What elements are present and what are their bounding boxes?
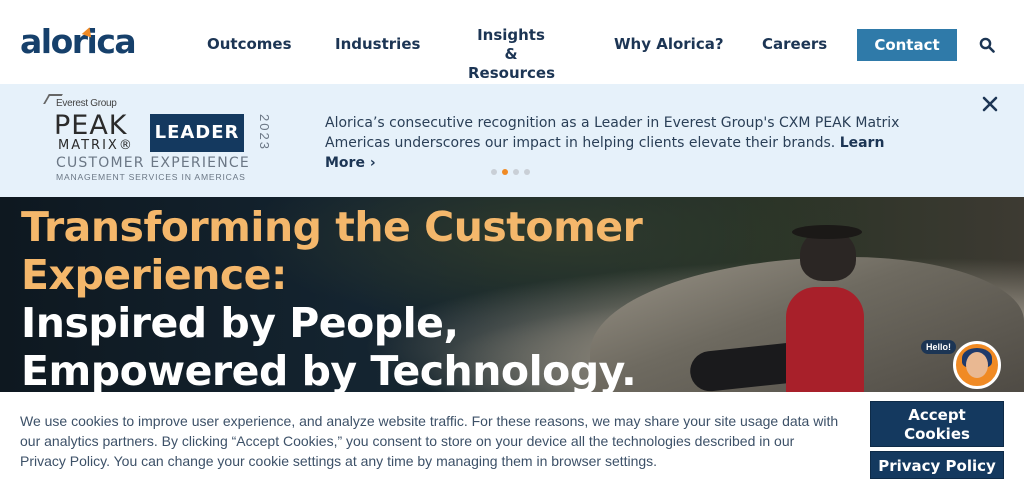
badge-org: Everest Group: [56, 98, 117, 109]
privacy-policy-button[interactable]: Privacy Policy: [870, 451, 1004, 479]
hero-headline-line4: Empowered by Technology.: [21, 347, 637, 395]
hero-section: Transforming the Customer Experience: In…: [0, 197, 1024, 397]
badge-leader: LEADER: [150, 114, 244, 152]
nav-why-alorica[interactable]: Why Alorica?: [614, 35, 724, 54]
chat-greeting-bubble[interactable]: Hello!: [921, 340, 957, 354]
badge-peak: PEAK: [54, 110, 128, 141]
nav-careers[interactable]: Careers: [762, 35, 827, 54]
banner-message-text: Alorica’s consecutive recognition as a L…: [325, 115, 900, 151]
carousel-dot-active[interactable]: [502, 169, 508, 175]
chat-avatar-face: [966, 352, 988, 378]
search-icon[interactable]: [979, 37, 995, 53]
banner-message: Alorica’s consecutive recognition as a L…: [325, 113, 925, 173]
hero-person-hat: [792, 225, 862, 239]
badge-matrix: MATRIX®: [58, 138, 134, 153]
alorica-logo[interactable]: alorica: [20, 22, 137, 61]
site-header: alorica Outcomes Industries Insights & R…: [0, 0, 1024, 84]
nav-outcomes[interactable]: Outcomes: [207, 35, 292, 54]
badge-category: CUSTOMER EXPERIENCE: [56, 155, 250, 171]
nav-insights-resources[interactable]: Insights & Resources: [468, 26, 555, 83]
badge-year: 2023: [257, 114, 272, 151]
hero-headline-line2: Experience:: [21, 251, 287, 299]
nav-industries[interactable]: Industries: [335, 35, 420, 54]
accept-cookies-button[interactable]: Accept Cookies: [870, 401, 1004, 447]
carousel-dot[interactable]: [524, 169, 530, 175]
hero-headline-line1: Transforming the Customer: [21, 203, 643, 251]
carousel-dot[interactable]: [491, 169, 497, 175]
hero-person-image: [786, 287, 864, 397]
contact-button[interactable]: Contact: [857, 29, 957, 61]
cookie-message: We use cookies to improve user experienc…: [20, 413, 839, 469]
announcement-banner: Everest Group PEAK MATRIX® LEADER 2023 C…: [0, 84, 1024, 197]
cookie-consent-bar: We use cookies to improve user experienc…: [0, 392, 1024, 486]
everest-peak-matrix-badge[interactable]: Everest Group PEAK MATRIX® LEADER 2023 C…: [43, 94, 272, 190]
close-icon[interactable]: [982, 96, 998, 112]
hero-headline-line3: Inspired by People,: [21, 299, 459, 347]
badge-subcategory: MANAGEMENT SERVICES IN AMERICAS: [56, 172, 246, 182]
chat-avatar-icon[interactable]: [953, 341, 1001, 389]
carousel-dot[interactable]: [513, 169, 519, 175]
